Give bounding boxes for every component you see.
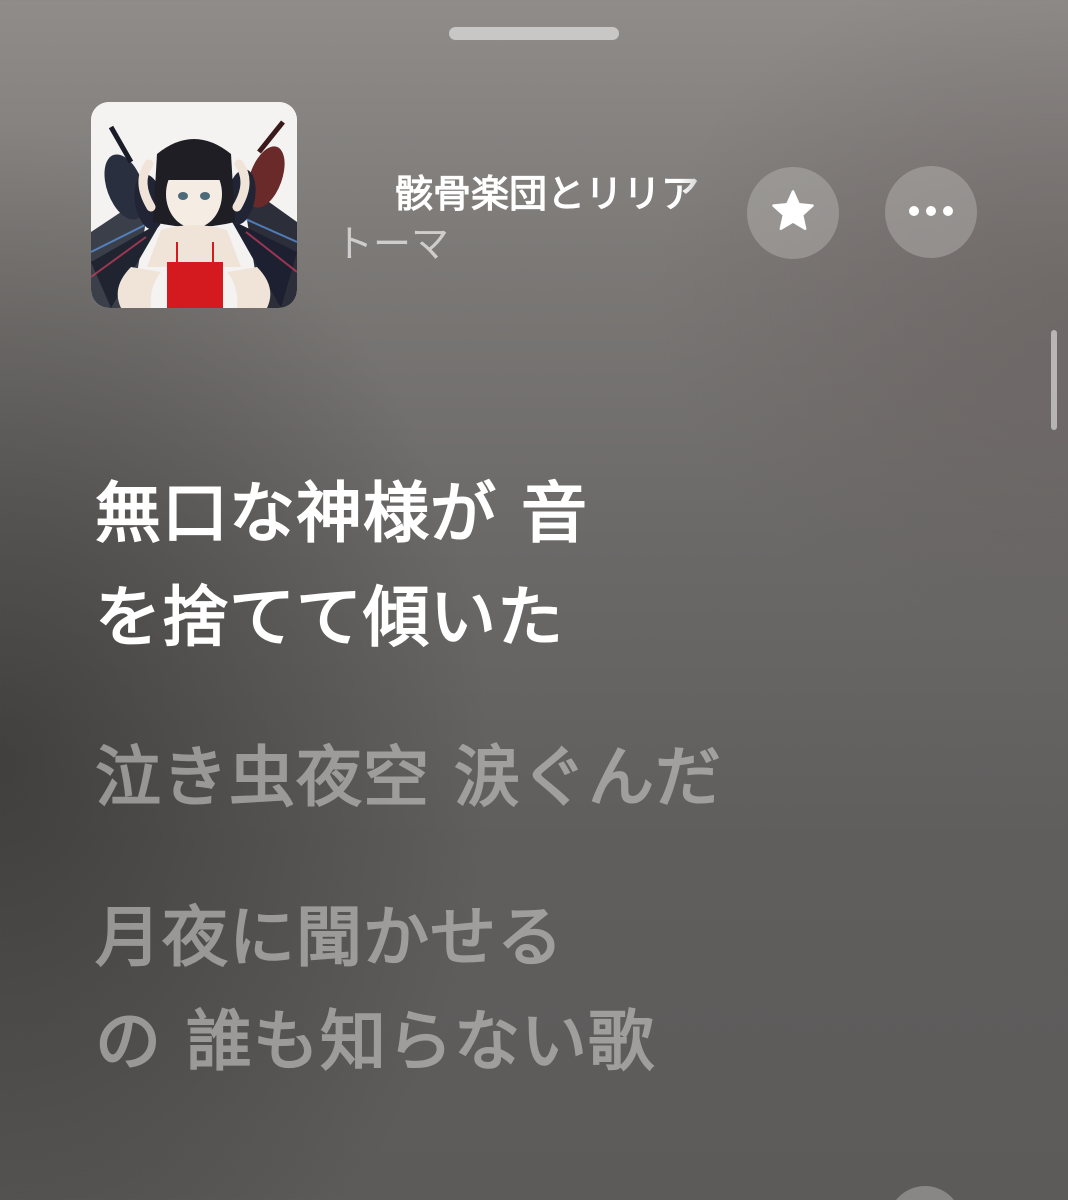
more-options-button[interactable] <box>885 166 977 258</box>
lyrics-view[interactable]: 無口な神様が 音 を捨てて傾いた 泣き虫夜空 涙ぐんだ 月夜に聞かせる の 誰も… <box>95 462 925 1150</box>
lyric-line-part: 月夜に聞かせる <box>95 899 564 976</box>
star-icon <box>769 187 817 239</box>
lyric-line-part: の 誰も知らない歌 <box>95 1003 655 1080</box>
sheet-grabber-handle[interactable] <box>449 27 619 40</box>
scroll-indicator[interactable] <box>1051 330 1057 430</box>
artist-name[interactable]: トーマ <box>335 218 449 270</box>
favorite-button[interactable] <box>747 167 839 259</box>
lyric-line-part: を捨てて傾いた <box>95 579 564 656</box>
lyric-line-part: 無口な神様が 音 <box>95 475 588 552</box>
lyric-line-active[interactable]: 無口な神様が 音 を捨てて傾いた <box>95 462 925 670</box>
lyric-line[interactable]: 月夜に聞かせる の 誰も知らない歌 <box>95 886 925 1094</box>
song-title[interactable]: 骸骨楽団とリリア <box>395 166 740 222</box>
lyric-line[interactable]: 泣き虫夜空 涙ぐんだ <box>95 726 925 830</box>
ellipsis-icon <box>906 203 956 222</box>
album-artwork[interactable] <box>91 102 297 308</box>
lyric-line-part: 泣き虫夜空 涙ぐんだ <box>95 739 722 816</box>
partial-control-button[interactable] <box>888 1186 962 1200</box>
